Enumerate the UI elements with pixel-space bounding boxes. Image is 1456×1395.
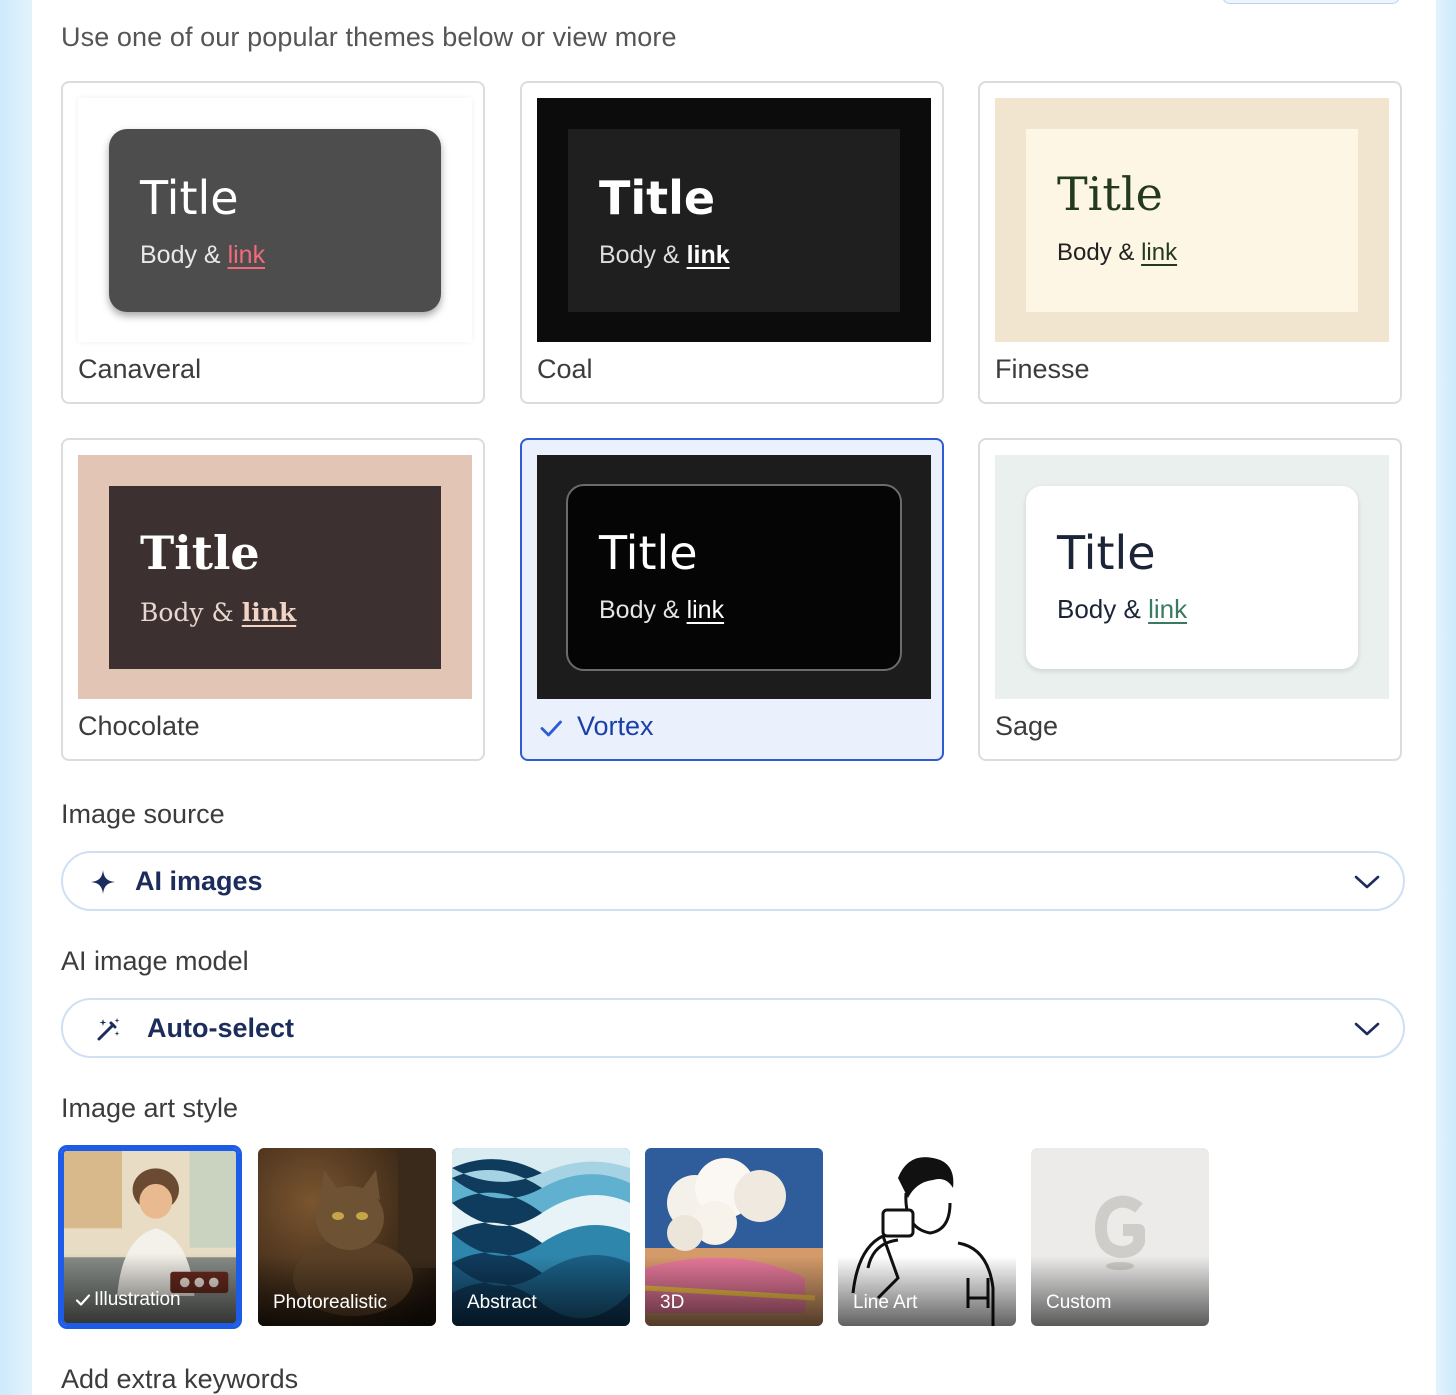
chevron-down-icon	[1354, 1022, 1380, 1036]
tile-fade	[64, 1253, 236, 1323]
art-style-name: Abstract	[467, 1292, 537, 1313]
theme-sample-link: link	[1141, 239, 1178, 266]
art-style-label: Image art style	[61, 1093, 239, 1123]
theme-name: Sage	[995, 711, 1059, 741]
theme-card-vortex[interactable]: Title Body & link Vortex	[520, 438, 944, 761]
tile-fade	[452, 1256, 630, 1326]
ai-model-label: AI image model	[61, 946, 249, 976]
image-source-value: AI images	[135, 866, 263, 896]
theme-sample-link: link	[686, 596, 725, 624]
theme-preview: Title Body & link	[78, 455, 472, 699]
art-style-name: 3D	[660, 1292, 685, 1313]
theme-sample-title: Title	[1057, 526, 1156, 580]
theme-card-coal[interactable]: Title Body & link Coal	[520, 81, 944, 404]
theme-sample-link: link	[241, 598, 297, 627]
tile-fade	[258, 1256, 436, 1326]
theme-sample-body: Body & link	[1057, 594, 1187, 625]
art-style-name: Illustration	[94, 1289, 181, 1310]
art-style-name: Custom	[1046, 1292, 1112, 1313]
theme-sample-title: Title	[140, 171, 239, 225]
theme-sample-body-text: Body &	[140, 241, 221, 269]
theme-card-finesse[interactable]: Title Body & link Finesse	[978, 81, 1402, 404]
art-style-illustration[interactable]: Illustration	[58, 1145, 242, 1329]
tile-fade	[838, 1256, 1016, 1326]
keywords-label: Add extra keywords	[61, 1364, 299, 1394]
theme-sample-body: Body & link	[140, 241, 265, 270]
tile-fade	[1031, 1256, 1209, 1326]
theme-preview: Title Body & link	[537, 455, 931, 699]
theme-name: Coal	[537, 354, 593, 384]
theme-sample-title: Title	[599, 171, 716, 225]
theme-card-chocolate[interactable]: Title Body & link Chocolate	[61, 438, 485, 761]
theme-card-canaveral[interactable]: Title Body & link Canaveral	[61, 81, 485, 404]
art-style-custom[interactable]: Custom	[1031, 1148, 1209, 1326]
art-style-3d[interactable]: 3D	[645, 1148, 823, 1326]
theme-preview: Title Body & link	[78, 98, 472, 342]
theme-sample-body-text: Body &	[1057, 594, 1141, 624]
theme-preview: Title Body & link	[995, 455, 1389, 699]
theme-sample-body: Body & link	[140, 598, 296, 627]
ai-model-select[interactable]: Auto-select	[61, 998, 1405, 1058]
art-style-name: Line Art	[853, 1292, 918, 1313]
theme-sample-card: Title Body & link	[109, 129, 441, 312]
theme-sample-card: Title Body & link	[1026, 129, 1358, 312]
magic-wand-icon	[97, 1018, 120, 1041]
art-style-abstract[interactable]: Abstract	[452, 1148, 630, 1326]
art-style-name: Photorealistic	[273, 1292, 388, 1313]
theme-sample-link: link	[227, 241, 266, 269]
image-source-label: Image source	[61, 799, 225, 829]
theme-sample-body-text: Body &	[599, 241, 680, 269]
theme-sample-body: Body & link	[599, 596, 724, 625]
check-icon	[540, 720, 562, 737]
theme-sample-body: Body & link	[1057, 239, 1177, 267]
theme-card-sage[interactable]: Title Body & link Sage	[978, 438, 1402, 761]
theme-preview: Title Body & link	[995, 98, 1389, 342]
theme-sample-body-text: Body &	[1057, 239, 1135, 266]
ai-model-value: Auto-select	[147, 1013, 295, 1043]
theme-sample-card: Title Body & link	[1026, 486, 1358, 669]
sparkle-icon	[91, 870, 115, 894]
theme-sample-card: Title Body & link	[568, 129, 900, 312]
theme-name: Vortex	[577, 711, 654, 741]
theme-sample-body-text: Body &	[140, 598, 234, 627]
themes-intro: Use one of our popular themes below or v…	[61, 22, 677, 52]
theme-sample-body: Body & link	[599, 241, 730, 270]
view-more-button[interactable]	[1222, 0, 1400, 4]
theme-sample-card: Title Body & link	[109, 486, 441, 669]
theme-sample-body-text: Body &	[599, 596, 680, 624]
theme-sample-card: Title Body & link	[566, 484, 902, 671]
theme-preview: Title Body & link	[537, 98, 931, 342]
theme-sample-title: Title	[140, 526, 260, 580]
theme-name: Canaveral	[78, 354, 202, 384]
image-source-select[interactable]: AI images	[61, 851, 1405, 911]
tile-fade	[645, 1256, 823, 1326]
art-style-photorealistic[interactable]: Photorealistic	[258, 1148, 436, 1326]
theme-name: Finesse	[995, 354, 1090, 384]
theme-sample-title: Title	[1057, 167, 1163, 221]
chevron-down-icon	[1354, 875, 1380, 889]
theme-name: Chocolate	[78, 711, 200, 741]
art-style-line-art[interactable]: Line Art	[838, 1148, 1016, 1326]
theme-sample-link: link	[686, 241, 730, 269]
theme-sample-title: Title	[599, 526, 698, 580]
check-icon	[75, 1294, 91, 1306]
theme-sample-link: link	[1148, 594, 1188, 624]
